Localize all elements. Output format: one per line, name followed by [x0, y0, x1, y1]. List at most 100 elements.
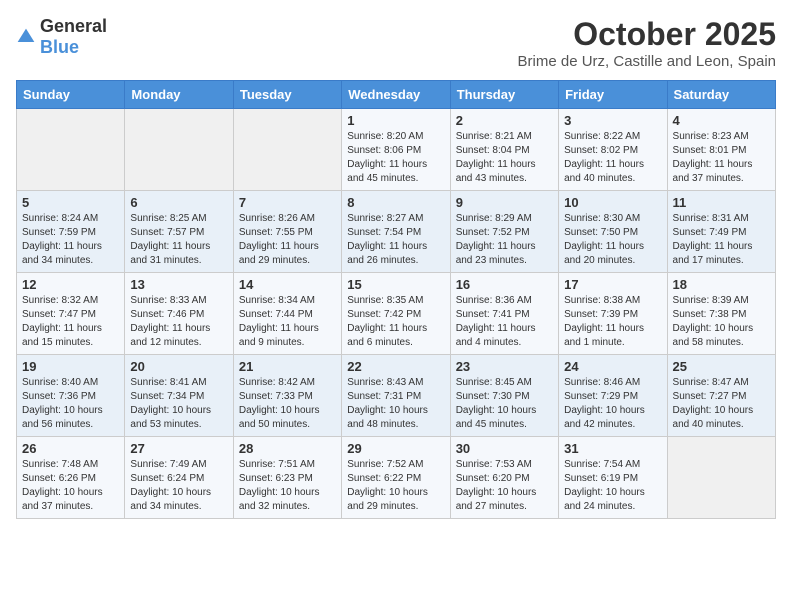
day-number: 23 [456, 359, 553, 374]
day-number: 2 [456, 113, 553, 128]
day-info: Sunrise: 7:54 AM Sunset: 6:19 PM Dayligh… [564, 458, 661, 514]
day-number: 27 [130, 441, 227, 456]
weekday-header-thursday: Thursday [450, 81, 558, 109]
day-number: 31 [564, 441, 661, 456]
day-info: Sunrise: 8:36 AM Sunset: 7:41 PM Dayligh… [456, 294, 553, 350]
day-number: 10 [564, 195, 661, 210]
weekday-header-tuesday: Tuesday [233, 81, 341, 109]
calendar-cell: 12 Sunrise: 8:32 AM Sunset: 7:47 PM Dayli… [17, 273, 125, 355]
day-info: Sunrise: 8:43 AM Sunset: 7:31 PM Dayligh… [347, 376, 444, 432]
day-number: 19 [22, 359, 119, 374]
calendar-cell: 5 Sunrise: 8:24 AM Sunset: 7:59 PM Daylig… [17, 191, 125, 273]
day-info: Sunrise: 7:51 AM Sunset: 6:23 PM Dayligh… [239, 458, 336, 514]
day-info: Sunrise: 7:48 AM Sunset: 6:26 PM Dayligh… [22, 458, 119, 514]
calendar-cell: 2 Sunrise: 8:21 AM Sunset: 8:04 PM Daylig… [450, 109, 558, 191]
day-number: 4 [673, 113, 770, 128]
day-number: 5 [22, 195, 119, 210]
day-number: 15 [347, 277, 444, 292]
logo: General Blue [16, 16, 107, 58]
day-number: 12 [22, 277, 119, 292]
header: General Blue October 2025 Brime de Urz, … [16, 16, 776, 70]
day-info: Sunrise: 8:30 AM Sunset: 7:50 PM Dayligh… [564, 212, 661, 268]
calendar-cell: 9Sunrise: 8:29 AM Sunset: 7:52 PM Daylig… [450, 191, 558, 273]
day-number: 24 [564, 359, 661, 374]
calendar-cell: 11 Sunrise: 8:31 AM Sunset: 7:49 PM Dayli… [667, 191, 775, 273]
calendar-cell [667, 437, 775, 519]
day-info: Sunrise: 8:22 AM Sunset: 8:02 PM Dayligh… [564, 130, 661, 186]
calendar-cell: 17 Sunrise: 8:38 AM Sunset: 7:39 PM Dayli… [559, 273, 667, 355]
calendar-week-3: 12 Sunrise: 8:32 AM Sunset: 7:47 PM Dayli… [17, 273, 776, 355]
calendar-cell: 15 Sunrise: 8:35 AM Sunset: 7:42 PM Dayli… [342, 273, 450, 355]
calendar-cell [17, 109, 125, 191]
day-number: 6 [130, 195, 227, 210]
day-number: 21 [239, 359, 336, 374]
day-info: Sunrise: 8:29 AM Sunset: 7:52 PM Dayligh… [456, 212, 553, 268]
logo-icon [16, 27, 36, 47]
calendar-cell: 19 Sunrise: 8:40 AM Sunset: 7:36 PM Dayli… [17, 355, 125, 437]
day-info: Sunrise: 8:33 AM Sunset: 7:46 PM Dayligh… [130, 294, 227, 350]
weekday-header-wednesday: Wednesday [342, 81, 450, 109]
weekday-header-saturday: Saturday [667, 81, 775, 109]
day-number: 13 [130, 277, 227, 292]
weekday-header-row: SundayMondayTuesdayWednesdayThursdayFrid… [17, 81, 776, 109]
day-number: 14 [239, 277, 336, 292]
day-info: Sunrise: 8:25 AM Sunset: 7:57 PM Dayligh… [130, 212, 227, 268]
day-info: Sunrise: 8:46 AM Sunset: 7:29 PM Dayligh… [564, 376, 661, 432]
calendar-cell: 7 Sunrise: 8:26 AM Sunset: 7:55 PM Daylig… [233, 191, 341, 273]
calendar-week-5: 26 Sunrise: 7:48 AM Sunset: 6:26 PM Dayli… [17, 437, 776, 519]
calendar-week-2: 5 Sunrise: 8:24 AM Sunset: 7:59 PM Daylig… [17, 191, 776, 273]
calendar-week-1: 1 Sunrise: 8:20 AM Sunset: 8:06 PM Daylig… [17, 109, 776, 191]
calendar-cell: 4 Sunrise: 8:23 AM Sunset: 8:01 PM Daylig… [667, 109, 775, 191]
calendar-cell [125, 109, 233, 191]
day-number: 17 [564, 277, 661, 292]
calendar-cell [233, 109, 341, 191]
day-info: Sunrise: 8:31 AM Sunset: 7:49 PM Dayligh… [673, 212, 770, 268]
calendar-cell: 20Sunrise: 8:41 AM Sunset: 7:34 PM Dayli… [125, 355, 233, 437]
weekday-header-sunday: Sunday [17, 81, 125, 109]
calendar-cell: 26 Sunrise: 7:48 AM Sunset: 6:26 PM Dayli… [17, 437, 125, 519]
day-info: Sunrise: 8:21 AM Sunset: 8:04 PM Dayligh… [456, 130, 553, 186]
day-number: 29 [347, 441, 444, 456]
day-number: 1 [347, 113, 444, 128]
day-info: Sunrise: 8:24 AM Sunset: 7:59 PM Dayligh… [22, 212, 119, 268]
day-info: Sunrise: 8:38 AM Sunset: 7:39 PM Dayligh… [564, 294, 661, 350]
day-info: Sunrise: 8:42 AM Sunset: 7:33 PM Dayligh… [239, 376, 336, 432]
calendar-title: October 2025 [518, 16, 776, 53]
day-info: Sunrise: 7:53 AM Sunset: 6:20 PM Dayligh… [456, 458, 553, 514]
day-info: Sunrise: 7:49 AM Sunset: 6:24 PM Dayligh… [130, 458, 227, 514]
calendar-cell: 16 Sunrise: 8:36 AM Sunset: 7:41 PM Dayli… [450, 273, 558, 355]
weekday-header-friday: Friday [559, 81, 667, 109]
day-number: 28 [239, 441, 336, 456]
calendar-cell: 29 Sunrise: 7:52 AM Sunset: 6:22 PM Dayli… [342, 437, 450, 519]
day-info: Sunrise: 7:52 AM Sunset: 6:22 PM Dayligh… [347, 458, 444, 514]
calendar-cell: 3Sunrise: 8:22 AM Sunset: 8:02 PM Daylig… [559, 109, 667, 191]
calendar-cell: 6 Sunrise: 8:25 AM Sunset: 7:57 PM Daylig… [125, 191, 233, 273]
day-info: Sunrise: 8:32 AM Sunset: 7:47 PM Dayligh… [22, 294, 119, 350]
calendar-subtitle: Brime de Urz, Castille and Leon, Spain [518, 53, 776, 70]
calendar-cell: 18Sunrise: 8:39 AM Sunset: 7:38 PM Dayli… [667, 273, 775, 355]
calendar-table: SundayMondayTuesdayWednesdayThursdayFrid… [16, 80, 776, 519]
calendar-cell: 14 Sunrise: 8:34 AM Sunset: 7:44 PM Dayli… [233, 273, 341, 355]
calendar-cell: 21 Sunrise: 8:42 AM Sunset: 7:33 PM Dayli… [233, 355, 341, 437]
day-number: 8 [347, 195, 444, 210]
day-number: 7 [239, 195, 336, 210]
day-number: 25 [673, 359, 770, 374]
day-info: Sunrise: 8:20 AM Sunset: 8:06 PM Dayligh… [347, 130, 444, 186]
calendar-cell: 28 Sunrise: 7:51 AM Sunset: 6:23 PM Dayli… [233, 437, 341, 519]
calendar-cell: 31 Sunrise: 7:54 AM Sunset: 6:19 PM Dayli… [559, 437, 667, 519]
day-info: Sunrise: 8:26 AM Sunset: 7:55 PM Dayligh… [239, 212, 336, 268]
day-info: Sunrise: 8:35 AM Sunset: 7:42 PM Dayligh… [347, 294, 444, 350]
logo-general: General [40, 16, 107, 36]
day-info: Sunrise: 8:45 AM Sunset: 7:30 PM Dayligh… [456, 376, 553, 432]
calendar-cell: 30 Sunrise: 7:53 AM Sunset: 6:20 PM Dayli… [450, 437, 558, 519]
calendar-cell: 8Sunrise: 8:27 AM Sunset: 7:54 PM Daylig… [342, 191, 450, 273]
day-number: 16 [456, 277, 553, 292]
day-info: Sunrise: 8:47 AM Sunset: 7:27 PM Dayligh… [673, 376, 770, 432]
day-number: 30 [456, 441, 553, 456]
day-number: 26 [22, 441, 119, 456]
day-number: 11 [673, 195, 770, 210]
day-info: Sunrise: 8:40 AM Sunset: 7:36 PM Dayligh… [22, 376, 119, 432]
day-info: Sunrise: 8:34 AM Sunset: 7:44 PM Dayligh… [239, 294, 336, 350]
day-info: Sunrise: 8:23 AM Sunset: 8:01 PM Dayligh… [673, 130, 770, 186]
logo-blue: Blue [40, 37, 79, 57]
